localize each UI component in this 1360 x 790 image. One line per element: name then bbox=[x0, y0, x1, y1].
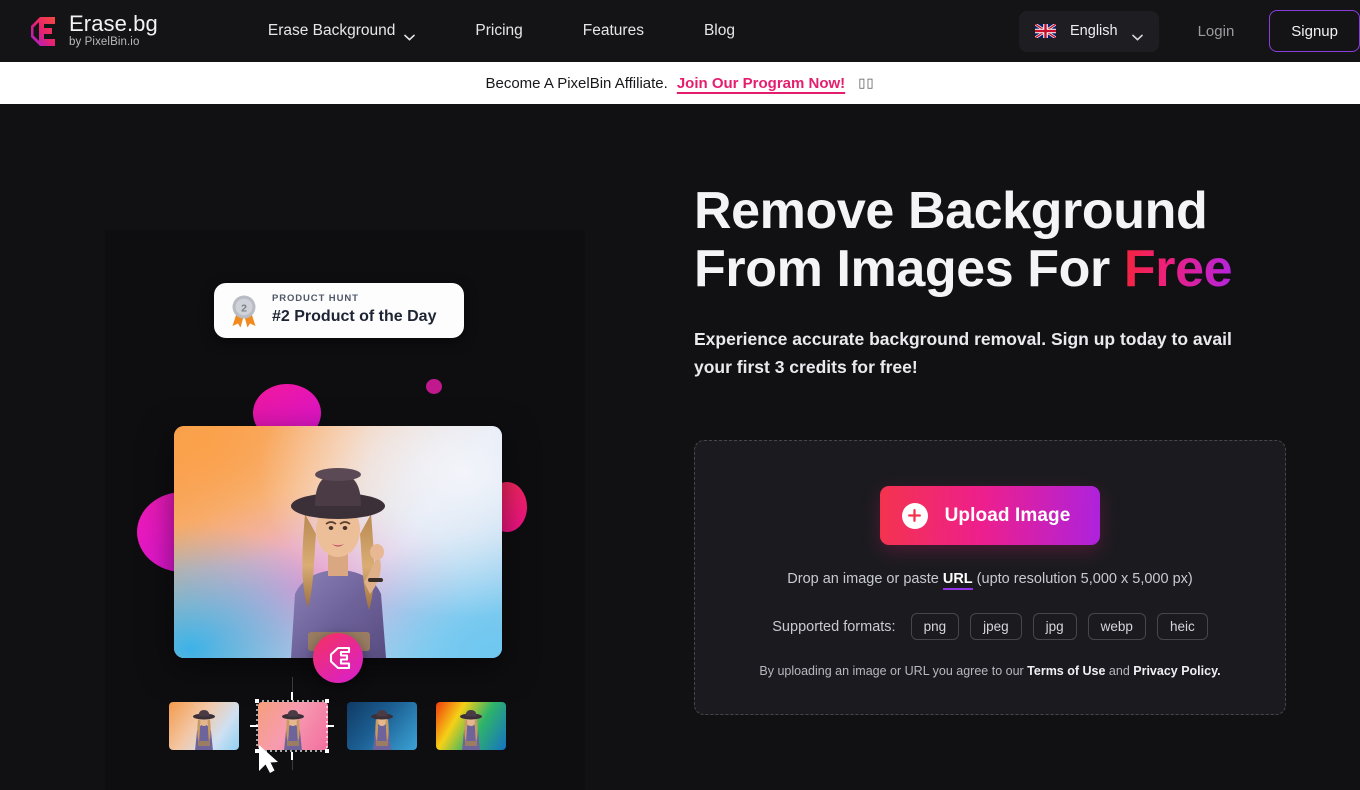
login-button[interactable]: Login bbox=[1198, 23, 1235, 40]
upload-image-button[interactable]: Upload Image bbox=[880, 486, 1101, 545]
brand-subtitle: by PixelBin.io bbox=[69, 37, 158, 49]
banner-emoji-glyph: ▯▯ bbox=[858, 76, 874, 91]
erasebg-logo-icon bbox=[22, 15, 58, 48]
format-badge-jpeg[interactable]: jpeg bbox=[970, 613, 1022, 640]
thumbnail-strip bbox=[169, 702, 506, 750]
chevron-down-icon bbox=[404, 28, 415, 35]
hero-subheading: Experience accurate background removal. … bbox=[694, 325, 1269, 381]
upload-button-label: Upload Image bbox=[945, 505, 1071, 527]
product-hunt-kicker: PRODUCT HUNT bbox=[272, 294, 436, 305]
header-actions: English Login Signup bbox=[1019, 10, 1360, 52]
legal-prefix: By uploading an image or URL you agree t… bbox=[759, 664, 1027, 678]
site-header: Erase.bg by PixelBin.io Erase Background… bbox=[0, 0, 1360, 62]
supported-formats-row: Supported formats: png jpeg jpg webp hei… bbox=[772, 613, 1207, 640]
format-badge-png[interactable]: png bbox=[911, 613, 960, 640]
supported-formats-label: Supported formats: bbox=[772, 619, 895, 635]
nav-item-erase-background[interactable]: Erase Background bbox=[268, 22, 416, 40]
main-navigation: Erase Background Pricing Features Blog bbox=[268, 22, 735, 40]
legal-disclaimer: By uploading an image or URL you agree t… bbox=[759, 664, 1220, 678]
upload-dropzone[interactable]: Upload Image Drop an image or paste URL … bbox=[694, 440, 1286, 715]
hero-photo-card bbox=[174, 426, 502, 658]
thumbnail-rainbow-bg[interactable] bbox=[436, 702, 506, 750]
erasebg-mark-icon[interactable] bbox=[313, 633, 363, 683]
hero-model-illustration bbox=[174, 426, 502, 658]
svg-text:2: 2 bbox=[241, 302, 247, 314]
plus-circle-icon bbox=[902, 503, 928, 529]
language-label: English bbox=[1070, 23, 1118, 39]
legal-and: and bbox=[1105, 664, 1133, 678]
headline-accent-free: Free bbox=[1124, 240, 1232, 298]
nav-item-pricing[interactable]: Pricing bbox=[475, 22, 522, 40]
language-selector[interactable]: English bbox=[1019, 11, 1159, 52]
nav-label: Features bbox=[583, 22, 644, 40]
thumbnail-blue-bg[interactable] bbox=[347, 702, 417, 750]
nav-item-features[interactable]: Features bbox=[583, 22, 644, 40]
affiliate-banner-text: Become A PixelBin Affiliate. bbox=[485, 75, 667, 92]
decorative-blob-dot bbox=[426, 379, 442, 394]
privacy-policy-link[interactable]: Privacy Policy. bbox=[1133, 664, 1220, 678]
hero-right-column: Remove Background From Images For Free E… bbox=[694, 104, 1294, 715]
signup-button[interactable]: Signup bbox=[1269, 10, 1360, 52]
dropzone-hint-prefix: Drop an image or paste bbox=[787, 571, 943, 587]
brand-title: Erase.bg bbox=[69, 13, 158, 35]
format-badge-heic[interactable]: heic bbox=[1157, 613, 1208, 640]
nav-label: Erase Background bbox=[268, 22, 396, 40]
format-badge-webp[interactable]: webp bbox=[1088, 613, 1146, 640]
headline-line-2-plain: From Images For bbox=[694, 240, 1124, 298]
product-hunt-title: #2 Product of the Day bbox=[272, 308, 436, 326]
page-title: Remove Background From Images For Free bbox=[694, 182, 1294, 298]
product-hunt-badge[interactable]: 2 PRODUCT HUNT #2 Product of the Day bbox=[214, 283, 464, 338]
brand-logo[interactable]: Erase.bg by PixelBin.io bbox=[22, 13, 158, 49]
mouse-cursor-icon bbox=[257, 744, 279, 774]
affiliate-banner: Become A PixelBin Affiliate. Join Our Pr… bbox=[0, 62, 1360, 104]
nav-label: Blog bbox=[704, 22, 735, 40]
dropzone-hint: Drop an image or paste URL (upto resolut… bbox=[787, 571, 1192, 587]
uk-flag-icon bbox=[1035, 24, 1056, 38]
terms-of-use-link[interactable]: Terms of Use bbox=[1027, 664, 1105, 678]
nav-item-blog[interactable]: Blog bbox=[704, 22, 735, 40]
paste-url-link[interactable]: URL bbox=[943, 571, 973, 590]
silver-medal-icon: 2 bbox=[229, 294, 259, 328]
affiliate-join-link[interactable]: Join Our Program Now! bbox=[677, 75, 845, 92]
headline-line-1: Remove Background bbox=[694, 182, 1207, 240]
hero-section: 2 PRODUCT HUNT #2 Product of the Day bbox=[0, 104, 1360, 764]
format-badge-jpg[interactable]: jpg bbox=[1033, 613, 1077, 640]
nav-label: Pricing bbox=[475, 22, 522, 40]
chevron-down-icon bbox=[1132, 28, 1143, 35]
dropzone-hint-suffix: (upto resolution 5,000 x 5,000 px) bbox=[973, 571, 1193, 587]
thumbnail-original[interactable] bbox=[169, 702, 239, 750]
